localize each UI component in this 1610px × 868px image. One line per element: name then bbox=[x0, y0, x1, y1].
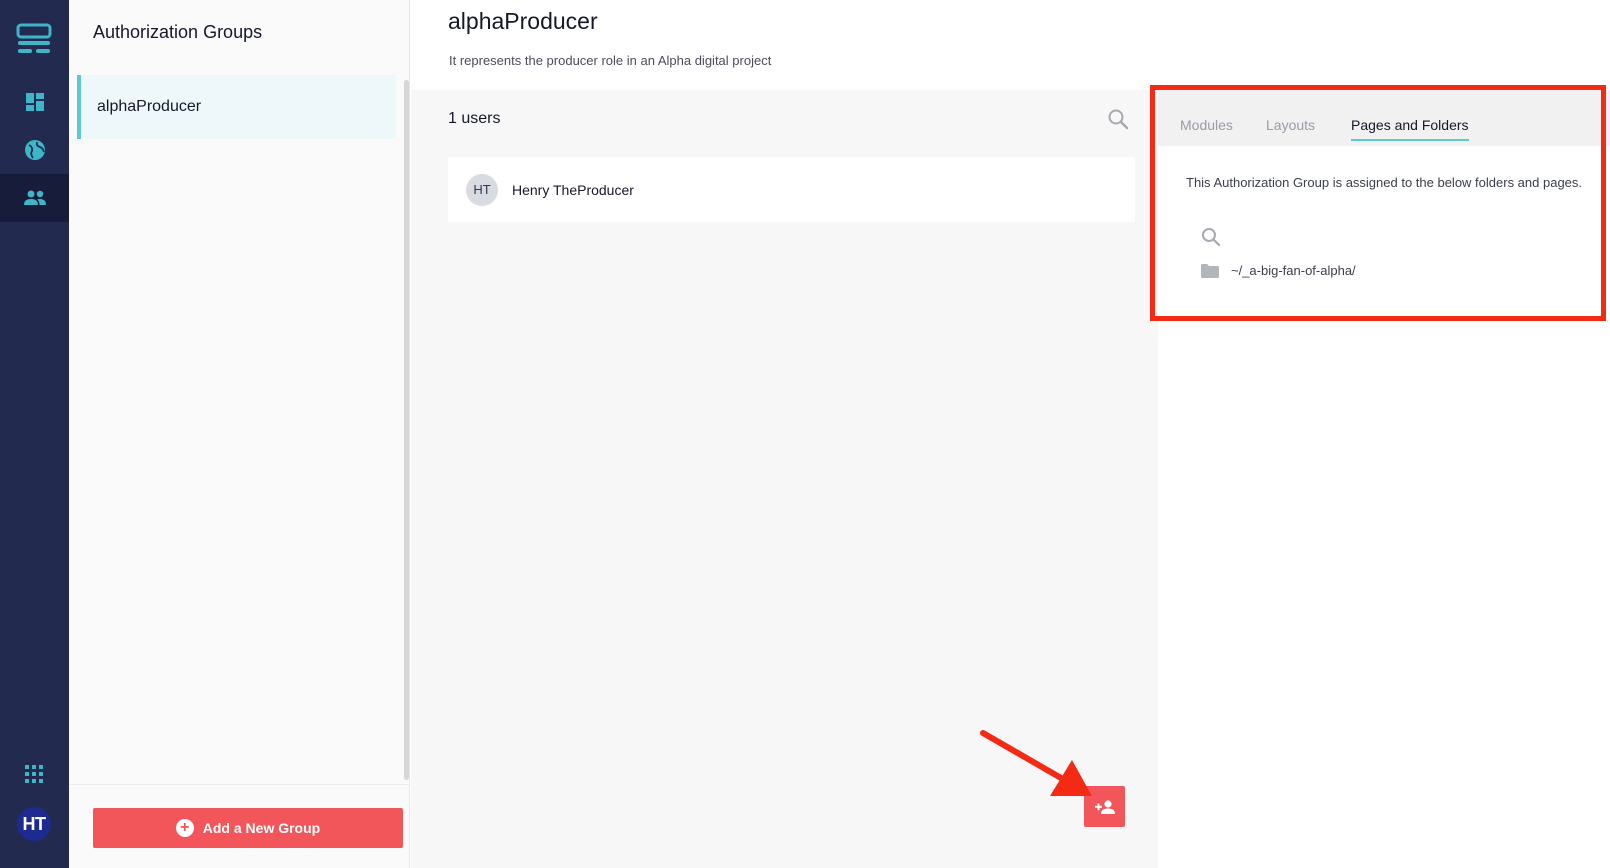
person-add-icon bbox=[1094, 799, 1115, 814]
groups-panel: Authorization Groups alphaProducer + Add… bbox=[69, 0, 410, 868]
users-section: 1 users HT Henry TheProducer bbox=[411, 90, 1158, 868]
groups-panel-title: Authorization Groups bbox=[93, 22, 263, 42]
user-row[interactable]: HT Henry TheProducer bbox=[448, 157, 1135, 222]
dashboard-icon bbox=[25, 93, 44, 111]
folder-item[interactable]: ~/_a-big-fan-of-alpha/ bbox=[1201, 263, 1356, 278]
folder-path: ~/_a-big-fan-of-alpha/ bbox=[1231, 263, 1356, 278]
groups-scrollbar[interactable] bbox=[404, 80, 409, 780]
tab-modules[interactable]: Modules bbox=[1180, 117, 1233, 139]
add-new-group-button[interactable]: + Add a New Group bbox=[93, 808, 403, 848]
nav-item-dashboard[interactable] bbox=[0, 78, 69, 126]
page-subtitle: It represents the producer role in an Al… bbox=[449, 53, 772, 68]
user-avatar[interactable]: HT bbox=[17, 807, 51, 841]
search-icon[interactable] bbox=[1107, 108, 1129, 130]
logo-icon[interactable] bbox=[16, 22, 52, 58]
group-item-alphaproducer[interactable]: alphaProducer bbox=[77, 75, 396, 139]
add-new-group-label: Add a New Group bbox=[202, 820, 321, 836]
divider bbox=[69, 784, 409, 785]
tab-layouts[interactable]: Layouts bbox=[1266, 117, 1315, 139]
nav-rail: HT bbox=[0, 0, 69, 868]
tab-pages-and-folders[interactable]: Pages and Folders bbox=[1351, 117, 1469, 141]
nav-item-sites[interactable] bbox=[0, 126, 69, 174]
folder-icon bbox=[1201, 263, 1219, 278]
globe-icon bbox=[24, 140, 45, 160]
add-circle-icon: + bbox=[175, 819, 194, 837]
users-count: 1 users bbox=[448, 110, 501, 127]
assignments-panel: Modules Layouts Pages and Folders This A… bbox=[1158, 90, 1610, 320]
user-avatar: HT bbox=[466, 173, 498, 206]
apps-grid-icon[interactable] bbox=[23, 763, 45, 785]
search-icon[interactable] bbox=[1201, 227, 1221, 247]
user-name: Henry TheProducer bbox=[512, 181, 634, 198]
tab-bar: Modules Layouts Pages and Folders bbox=[1158, 90, 1610, 146]
group-item-label: alphaProducer bbox=[97, 98, 202, 115]
add-user-button[interactable] bbox=[1084, 786, 1125, 827]
users-icon bbox=[23, 190, 46, 205]
nav-item-users[interactable] bbox=[0, 174, 69, 222]
page-title: alphaProducer bbox=[448, 8, 598, 34]
assignment-description: This Authorization Group is assigned to … bbox=[1186, 175, 1583, 190]
